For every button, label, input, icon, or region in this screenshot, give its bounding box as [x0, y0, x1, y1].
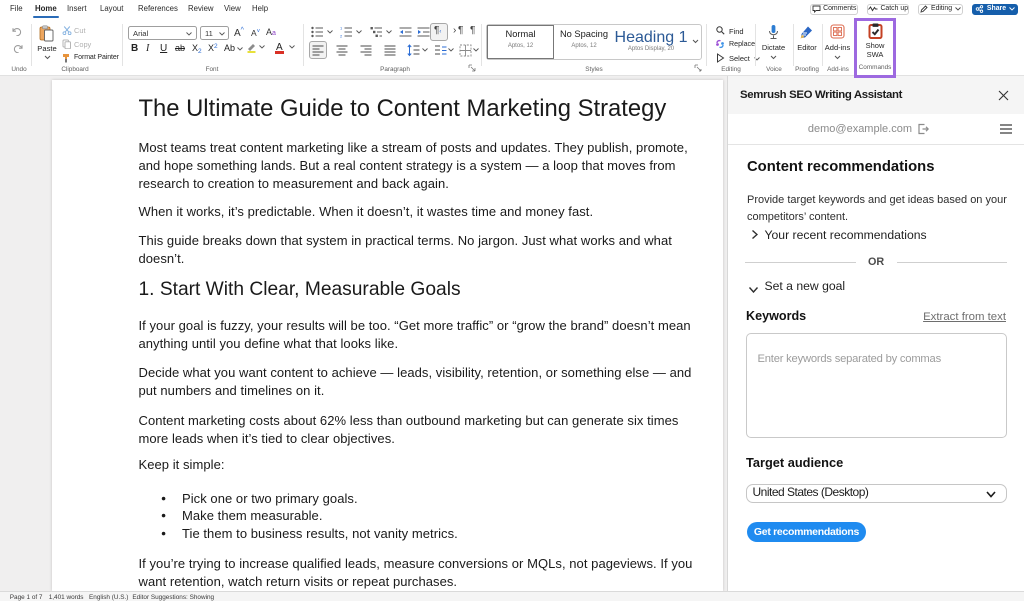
svg-text:1: 1 [340, 26, 343, 31]
svg-text:2: 2 [340, 34, 343, 38]
